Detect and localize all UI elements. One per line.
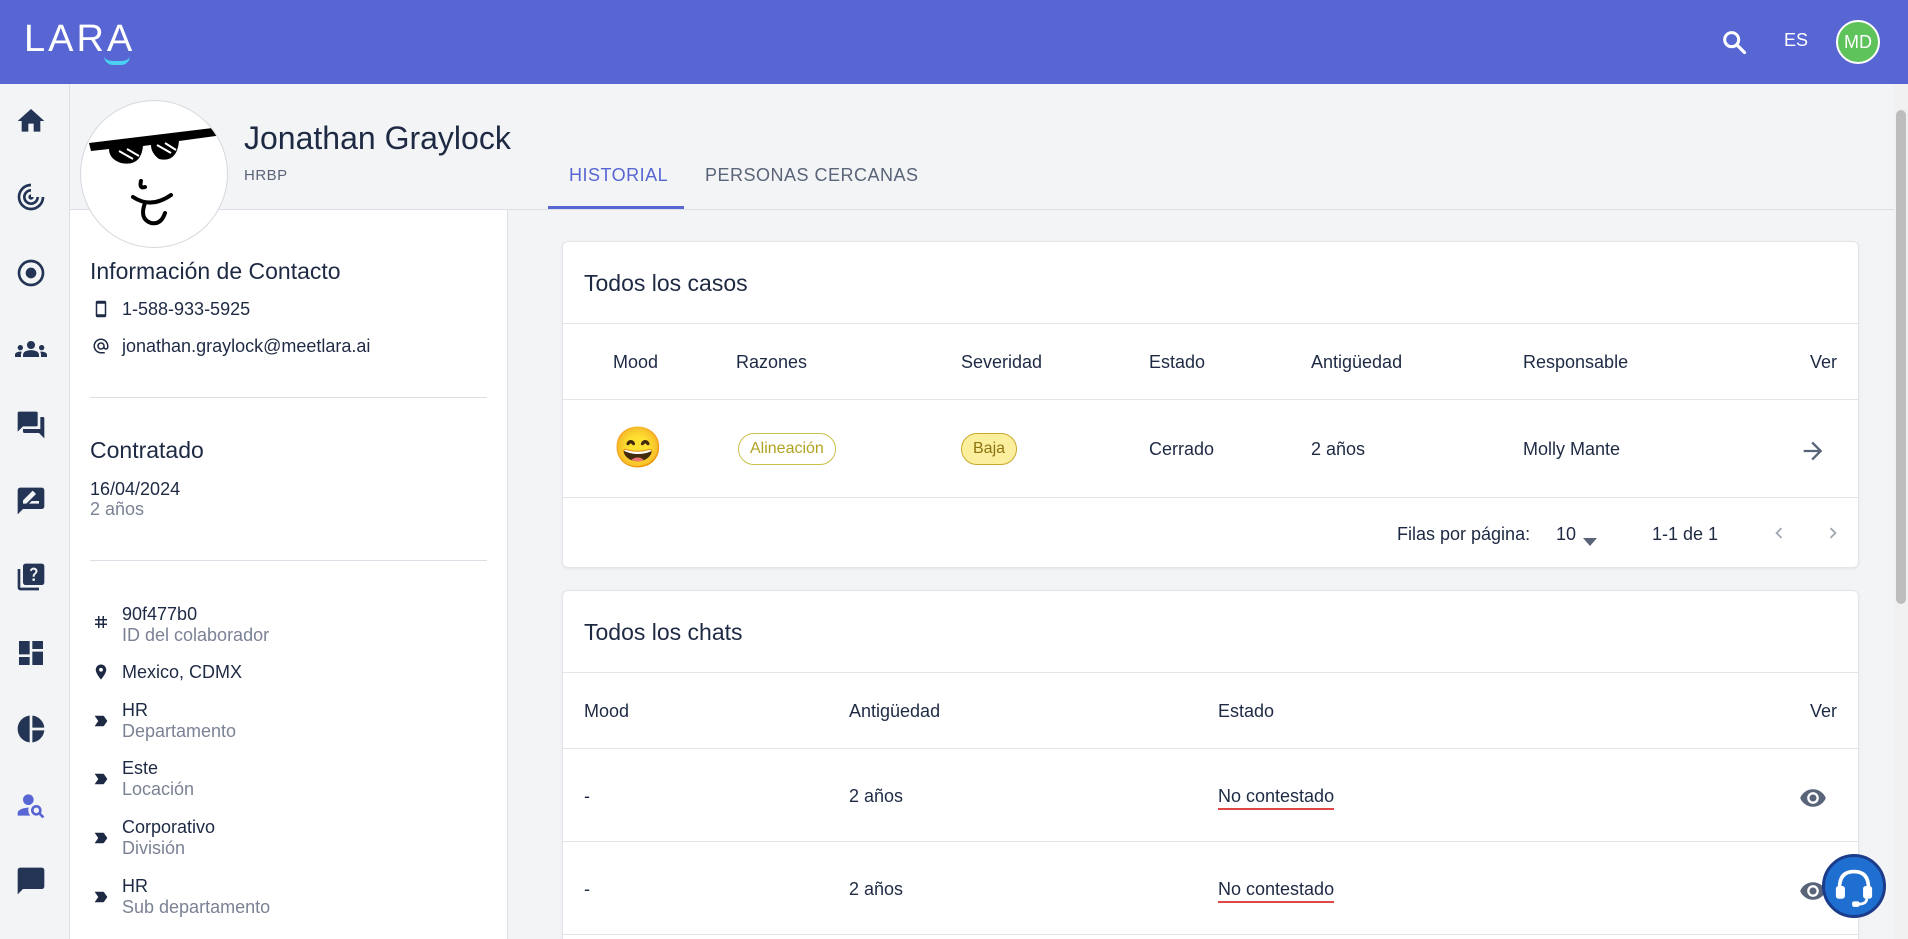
- pie-chart-icon[interactable]: [14, 712, 48, 746]
- hired-date: 16/04/2024: [90, 479, 181, 499]
- locacion-value: Este: [122, 758, 159, 778]
- col-antiguedad[interactable]: Antigüedad: [849, 701, 940, 722]
- mood-emoji: 😄: [613, 426, 663, 470]
- radar-icon[interactable]: [14, 180, 48, 214]
- scrollbar-thumb[interactable]: [1896, 110, 1906, 604]
- groups-icon[interactable]: [14, 332, 48, 366]
- col-mood[interactable]: Mood: [584, 701, 629, 722]
- section-divider: [90, 560, 487, 561]
- chats-title: Todos los chats: [584, 619, 743, 645]
- col-severidad[interactable]: Severidad: [961, 352, 1042, 373]
- col-razones[interactable]: Razones: [736, 352, 807, 373]
- sub-department-label: Sub departamento: [122, 897, 271, 917]
- col-antiguedad[interactable]: Antigüedad: [1311, 352, 1402, 373]
- label-arrow-icon: [92, 888, 110, 906]
- logo-smile-mark: [104, 56, 130, 65]
- division-label: División: [122, 838, 186, 858]
- label-arrow-icon: [92, 829, 110, 847]
- col-estado[interactable]: Estado: [1218, 701, 1274, 722]
- contact-email[interactable]: jonathan.graylock@meetlara.ai: [122, 336, 370, 357]
- section-divider: [90, 397, 487, 398]
- chat-bubbles-icon[interactable]: [14, 408, 48, 442]
- case-age: 2 años: [1311, 439, 1366, 459]
- page-scrollbar[interactable]: [1894, 84, 1908, 939]
- department-value: HR: [122, 700, 148, 720]
- tab-personas-cercanas[interactable]: PERSONAS CERCANAS: [705, 165, 919, 186]
- hash-icon: [92, 613, 110, 631]
- contact-phone[interactable]: 1-588-933-5925: [122, 299, 250, 320]
- search-icon[interactable]: [1720, 28, 1748, 56]
- locacion-label: Locación: [122, 779, 195, 799]
- dropdown-caret-icon[interactable]: [1583, 530, 1597, 546]
- divider: [563, 323, 1858, 324]
- target-icon[interactable]: [14, 256, 48, 290]
- col-responsable[interactable]: Responsable: [1523, 352, 1628, 373]
- chat-icon[interactable]: [14, 864, 48, 898]
- severity-chip: Baja: [961, 433, 1018, 465]
- label-arrow-icon: [92, 770, 110, 788]
- chat-mood: -: [584, 879, 590, 899]
- col-mood[interactable]: Mood: [613, 352, 658, 373]
- top-app-bar: LARA ES MD: [0, 0, 1908, 84]
- sidebar-nav: [0, 84, 70, 939]
- language-selector[interactable]: ES: [1784, 30, 1808, 51]
- department-label: Departamento: [122, 721, 237, 741]
- employee-id-label: ID del colaborador: [122, 625, 270, 645]
- chat-status: No contestado: [1218, 879, 1335, 903]
- chat-age: 2 años: [849, 786, 904, 806]
- active-tab-indicator: [548, 206, 684, 209]
- phone-icon: [92, 300, 110, 318]
- rows-per-page-select[interactable]: 10: [1556, 524, 1576, 545]
- divider: [563, 841, 1858, 842]
- cases-title: Todos los casos: [584, 270, 748, 296]
- chat-age: 2 años: [849, 879, 904, 899]
- employee-id-value: 90f477b0: [122, 604, 198, 624]
- hired-tenure: 2 años: [90, 499, 145, 519]
- profile-avatar: [80, 100, 228, 248]
- divider: [563, 672, 1858, 673]
- email-at-icon: [92, 337, 110, 355]
- reason-chip: Alineación: [738, 433, 836, 465]
- label-arrow-icon: [92, 712, 110, 730]
- case-owner: Molly Mante: [1523, 439, 1621, 459]
- location-pin-icon: [92, 663, 110, 681]
- lara-logo[interactable]: LARA: [24, 18, 135, 61]
- user-avatar[interactable]: MD: [1836, 20, 1880, 64]
- col-ver: Ver: [1810, 701, 1838, 721]
- location-value: Mexico, CDMX: [122, 662, 243, 682]
- support-headset-button[interactable]: [1822, 854, 1886, 918]
- divider: [563, 934, 1858, 935]
- divider: [563, 748, 1858, 749]
- chats-card: Todos los chats Mood Antigüedad Estado V…: [562, 590, 1859, 939]
- division-value: Corporativo: [122, 817, 216, 837]
- contact-info-title: Información de Contacto: [90, 258, 341, 284]
- quiz-icon[interactable]: [14, 560, 48, 594]
- arrow-right-icon[interactable]: [1799, 437, 1827, 465]
- col-estado[interactable]: Estado: [1149, 352, 1205, 373]
- profile-role: HRBP: [244, 167, 288, 184]
- divider: [563, 399, 1858, 400]
- next-page-icon[interactable]: [1822, 522, 1844, 544]
- chat-mood: -: [584, 786, 590, 806]
- prev-page-icon[interactable]: [1768, 522, 1790, 544]
- tab-historial[interactable]: HISTORIAL: [569, 165, 668, 186]
- sub-department-value: HR: [122, 876, 148, 896]
- home-icon[interactable]: [14, 104, 48, 138]
- divider: [563, 497, 1858, 498]
- pagination-range: 1-1 de 1: [1652, 524, 1719, 544]
- headset-icon: [1835, 869, 1873, 907]
- case-status: Cerrado: [1149, 439, 1215, 459]
- chat-status: No contestado: [1218, 786, 1335, 810]
- person-search-icon[interactable]: [14, 788, 48, 822]
- col-ver: Ver: [1810, 352, 1838, 372]
- feedback-icon[interactable]: [14, 484, 48, 518]
- eye-icon[interactable]: [1799, 784, 1827, 812]
- hired-title: Contratado: [90, 437, 204, 463]
- cases-card: Todos los casos Mood Razones Severidad E…: [562, 241, 1859, 568]
- dashboard-icon[interactable]: [14, 636, 48, 670]
- profile-name: Jonathan Graylock: [244, 120, 511, 156]
- rows-per-page-label: Filas por página:: [1397, 524, 1531, 544]
